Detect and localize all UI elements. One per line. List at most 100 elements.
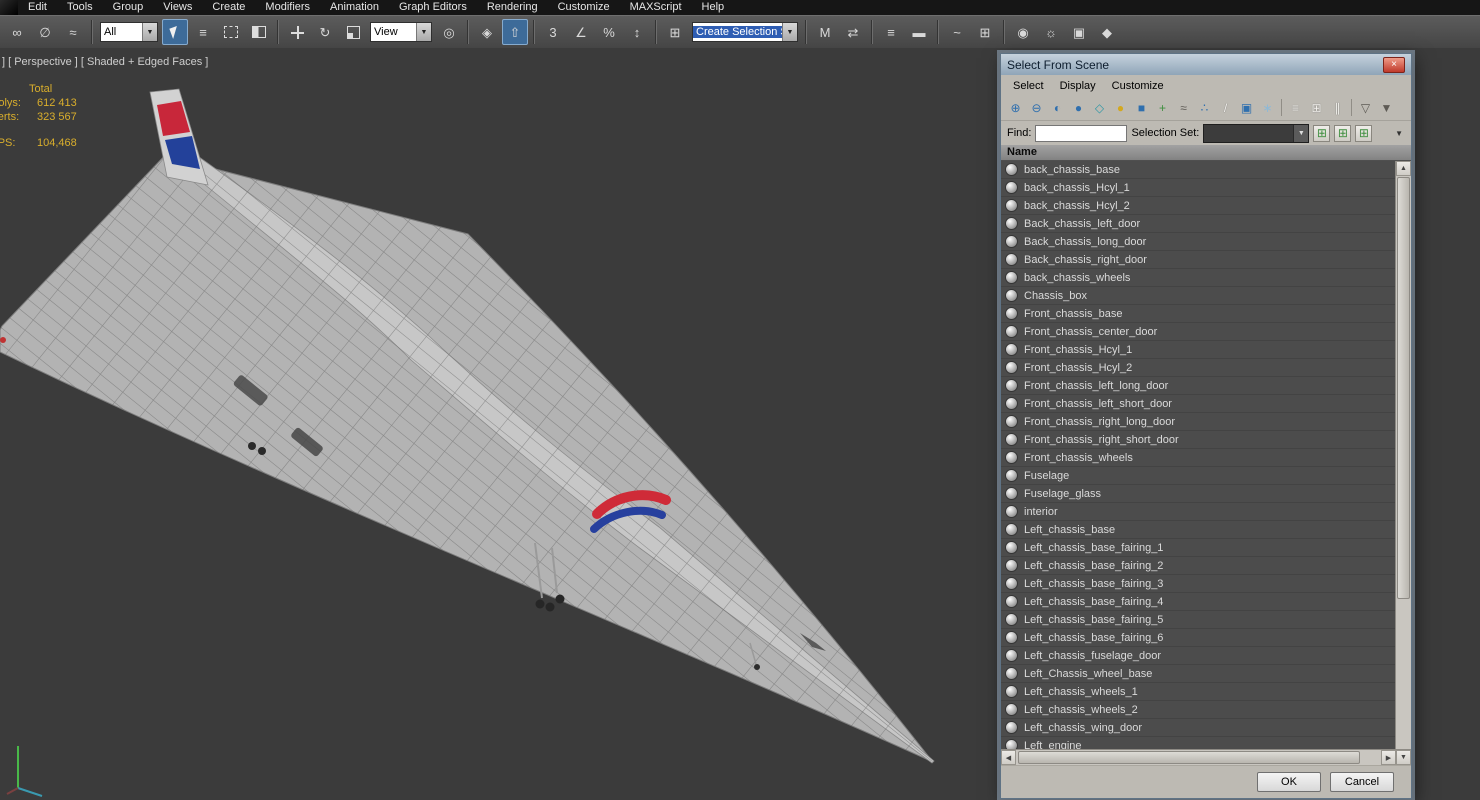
render-setup-button[interactable]: ☼ [1038, 19, 1064, 45]
combo-arrow-icon[interactable]: ▼ [416, 23, 431, 41]
menu-item-group[interactable]: Group [103, 0, 154, 15]
list-item[interactable]: Left_chassis_wing_door [1001, 719, 1395, 737]
list-item[interactable]: interior [1001, 503, 1395, 521]
menu-item-tools[interactable]: Tools [57, 0, 103, 15]
snap-toggle-3d-button[interactable]: 3 [540, 19, 566, 45]
combo-arrow-icon[interactable]: ▼ [142, 23, 157, 41]
dialog-menu-item-customize[interactable]: Customize [1104, 80, 1172, 92]
list-item[interactable]: Fuselage_glass [1001, 485, 1395, 503]
scroll-up-icon[interactable]: ▲ [1396, 161, 1411, 176]
curve-editor-button[interactable]: ~ [944, 19, 970, 45]
list-item[interactable]: Front_chassis_base [1001, 305, 1395, 323]
expand-chevron-icon[interactable]: ▼ [1395, 129, 1405, 138]
menu-item-customize[interactable]: Customize [548, 0, 620, 15]
horizontal-scrollbar[interactable]: ◀ ▶ ▼ [1001, 749, 1411, 765]
edit-named-selection-sets-button[interactable]: ⊞ [662, 19, 688, 45]
layer-manager-button[interactable]: ≡ [878, 19, 904, 45]
selection-filter-combo[interactable]: All ▼ [100, 22, 158, 42]
list-item[interactable]: Left_chassis_base_fairing_6 [1001, 629, 1395, 647]
list-item[interactable]: Left_engine [1001, 737, 1395, 749]
list-item[interactable]: Left_chassis_wheels_1 [1001, 683, 1395, 701]
vertical-scroll-thumb[interactable] [1397, 177, 1410, 599]
list-item[interactable]: Front_chassis_left_short_door [1001, 395, 1395, 413]
list-item[interactable]: Front_chassis_right_short_door [1001, 431, 1395, 449]
select-object-button[interactable] [162, 19, 188, 45]
selection-set-action-button-2[interactable]: ⊞ [1334, 124, 1352, 142]
list-item[interactable]: Front_chassis_Hcyl_2 [1001, 359, 1395, 377]
list-item[interactable]: Left_chassis_base_fairing_3 [1001, 575, 1395, 593]
unlink-selection-button[interactable]: ∅ [32, 19, 58, 45]
menu-item-edit[interactable]: Edit [18, 0, 57, 15]
list-item[interactable]: Chassis_box [1001, 287, 1395, 305]
list-item[interactable]: Left_chassis_base_fairing_1 [1001, 539, 1395, 557]
list-item[interactable]: Left_chassis_base_fairing_5 [1001, 611, 1395, 629]
list-item[interactable]: Front_chassis_left_long_door [1001, 377, 1395, 395]
rendered-frame-window-button[interactable]: ▣ [1066, 19, 1092, 45]
list-item[interactable]: Back_chassis_right_door [1001, 251, 1395, 269]
menu-item-rendering[interactable]: Rendering [477, 0, 548, 15]
reference-coordinate-combo[interactable]: View ▼ [370, 22, 432, 42]
list-item[interactable]: Left_chassis_wheels_2 [1001, 701, 1395, 719]
display-everything-button[interactable]: ⊕ [1005, 98, 1026, 118]
display-helpers-button[interactable]: + [1152, 98, 1173, 118]
selection-set-action-button-3[interactable]: ⊞ [1355, 124, 1373, 142]
select-and-manipulate-button[interactable]: ◈ [474, 19, 500, 45]
horizontal-scroll-thumb[interactable] [1018, 751, 1360, 764]
select-and-rotate-button[interactable]: ↻ [312, 19, 338, 45]
display-none-button[interactable]: ⊖ [1026, 98, 1047, 118]
list-item[interactable]: Left_chassis_base_fairing_4 [1001, 593, 1395, 611]
menu-item-help[interactable]: Help [692, 0, 735, 15]
selection-set-action-button-1[interactable]: ⊞ [1313, 124, 1331, 142]
rectangular-selection-region-button[interactable] [218, 19, 244, 45]
angle-snap-button[interactable]: ∠ [568, 19, 594, 45]
list-view-button[interactable]: ≡ [1285, 98, 1306, 118]
combo-arrow-icon[interactable]: ▼ [782, 23, 797, 41]
bind-to-space-warp-button[interactable]: ≈ [60, 19, 86, 45]
display-containers-button[interactable]: ▣ [1236, 98, 1257, 118]
list-item[interactable]: Back_chassis_long_door [1001, 233, 1395, 251]
combo-arrow-icon[interactable]: ▼ [1293, 124, 1309, 142]
display-bones-button[interactable]: / [1215, 98, 1236, 118]
display-cameras-button[interactable]: ■ [1131, 98, 1152, 118]
cancel-button[interactable]: Cancel [1330, 772, 1394, 792]
list-item[interactable]: back_chassis_Hcyl_1 [1001, 179, 1395, 197]
list-item[interactable]: Front_chassis_wheels [1001, 449, 1395, 467]
display-frozen-button[interactable]: ∗ [1257, 98, 1278, 118]
select-and-move-button[interactable] [284, 19, 310, 45]
list-item[interactable]: Front_chassis_center_door [1001, 323, 1395, 341]
menu-item-animation[interactable]: Animation [320, 0, 389, 15]
menu-item-modifiers[interactable]: Modifiers [255, 0, 320, 15]
material-editor-button[interactable]: ◉ [1010, 19, 1036, 45]
menu-item-maxscript[interactable]: MAXScript [620, 0, 692, 15]
close-button[interactable]: × [1383, 56, 1405, 73]
ok-button[interactable]: OK [1257, 772, 1321, 792]
list-item[interactable]: Front_chassis_right_long_door [1001, 413, 1395, 431]
use-pivot-center-button[interactable]: ◎ [436, 19, 462, 45]
menu-item-graph-editors[interactable]: Graph Editors [389, 0, 477, 15]
select-by-name-button[interactable]: ≡ [190, 19, 216, 45]
named-selection-sets-combo[interactable]: Create Selection Se ▼ [692, 22, 798, 42]
list-item[interactable]: Fuselage [1001, 467, 1395, 485]
column-header-name[interactable]: Name [1001, 145, 1411, 161]
column-view-button[interactable]: ⊞ [1306, 98, 1327, 118]
list-item[interactable]: Left_chassis_base [1001, 521, 1395, 539]
list-item[interactable]: Front_chassis_Hcyl_1 [1001, 341, 1395, 359]
dialog-menu-item-select[interactable]: Select [1005, 80, 1052, 92]
filter-button[interactable]: ▽ [1355, 98, 1376, 118]
schematic-view-button[interactable]: ⊞ [972, 19, 998, 45]
selection-set-combo[interactable]: ▼ [1203, 123, 1310, 143]
dialog-menu-item-display[interactable]: Display [1052, 80, 1104, 92]
display-particles-button[interactable]: ∴ [1194, 98, 1215, 118]
menu-item-create[interactable]: Create [202, 0, 255, 15]
menu-item-views[interactable]: Views [153, 0, 202, 15]
list-item[interactable]: back_chassis_Hcyl_2 [1001, 197, 1395, 215]
select-and-scale-button[interactable] [340, 19, 366, 45]
mirror-button[interactable]: M [812, 19, 838, 45]
list-item[interactable]: Left_Chassis_wheel_base [1001, 665, 1395, 683]
app-logo-icon[interactable] [0, 0, 18, 15]
display-shapes-button[interactable]: ◇ [1089, 98, 1110, 118]
align-button[interactable]: ⇄ [840, 19, 866, 45]
filter-combinations-button[interactable]: ▼ [1376, 98, 1397, 118]
list-item[interactable]: back_chassis_wheels [1001, 269, 1395, 287]
window-crossing-button[interactable] [246, 19, 272, 45]
